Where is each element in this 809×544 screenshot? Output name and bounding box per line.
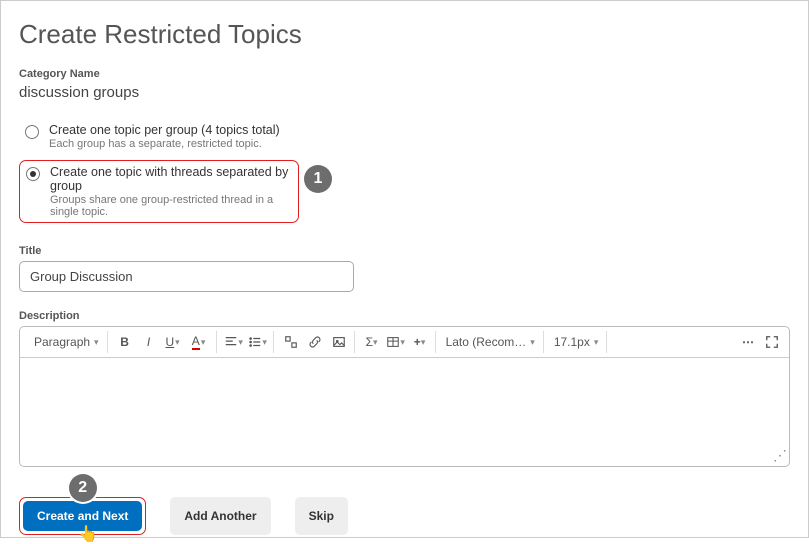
primary-button-highlight: Create and Next 2 👆: [19, 497, 146, 535]
editor-textarea[interactable]: ⋰: [20, 358, 789, 466]
font-dropdown[interactable]: Lato (Recom… ▾: [442, 331, 539, 353]
chevron-down-icon: ▾: [421, 337, 426, 348]
italic-button[interactable]: I: [138, 331, 160, 353]
chevron-down-icon: ▾: [201, 337, 206, 348]
image-button[interactable]: [328, 331, 350, 353]
skip-button[interactable]: Skip: [295, 497, 348, 535]
option-one-topic-per-group[interactable]: Create one topic per group (4 topics tot…: [19, 119, 299, 154]
more-insert-button[interactable]: +▾: [409, 331, 431, 353]
format-dropdown[interactable]: Paragraph ▾: [30, 331, 103, 353]
footer: Create and Next 2 👆 Add Another Skip: [19, 497, 790, 535]
rich-text-editor: Paragraph ▾ B I U▾ A▾ ▾: [19, 326, 790, 467]
text-color-button[interactable]: A▾: [186, 331, 212, 353]
chevron-down-icon: ▾: [400, 337, 405, 348]
page-frame: Create Restricted Topics Category Name d…: [0, 0, 809, 538]
editor-toolbar: Paragraph ▾ B I U▾ A▾ ▾: [20, 327, 789, 358]
chevron-down-icon: ▾: [94, 337, 99, 348]
title-label: Title: [19, 245, 790, 257]
radio-checked-icon: [26, 167, 40, 181]
list-button[interactable]: ▾: [247, 331, 269, 353]
option-sublabel: Each group has a separate, restricted to…: [49, 138, 280, 150]
option-label: Create one topic with threads separated …: [50, 165, 292, 193]
link-button[interactable]: [304, 331, 326, 353]
chevron-down-icon: ▾: [373, 337, 378, 348]
title-input[interactable]: [19, 261, 354, 292]
insert-stuff-button[interactable]: [280, 331, 302, 353]
fullscreen-button[interactable]: [761, 331, 783, 353]
annotation-2: 2: [69, 474, 97, 502]
option-sublabel: Groups share one group-restricted thread…: [50, 194, 292, 218]
chevron-down-icon: ▾: [594, 337, 599, 348]
table-button[interactable]: ▾: [385, 331, 407, 353]
category-name: discussion groups: [19, 84, 790, 101]
add-another-button[interactable]: Add Another: [170, 497, 270, 535]
equation-button[interactable]: Σ▾: [361, 331, 383, 353]
option-highlight: Create one topic with threads separated …: [19, 160, 299, 223]
font-size-dropdown[interactable]: 17.1px ▾: [550, 331, 603, 353]
resize-handle-icon[interactable]: ⋰: [773, 447, 787, 464]
page-title: Create Restricted Topics: [19, 19, 790, 50]
underline-button[interactable]: U▾: [162, 331, 184, 353]
align-button[interactable]: ▾: [223, 331, 245, 353]
bold-button[interactable]: B: [114, 331, 136, 353]
annotation-1: 1: [304, 165, 332, 193]
radio-unchecked-icon: [25, 125, 39, 139]
create-and-next-button[interactable]: Create and Next: [23, 501, 142, 531]
chevron-down-icon: ▾: [175, 337, 180, 348]
description-label: Description: [19, 310, 790, 322]
option-label: Create one topic per group (4 topics tot…: [49, 123, 280, 137]
option-threads-by-group[interactable]: Create one topic with threads separated …: [26, 165, 292, 218]
chevron-down-icon: ▾: [262, 337, 267, 348]
more-actions-button[interactable]: ⋯: [737, 331, 759, 353]
category-label: Category Name: [19, 68, 790, 80]
chevron-down-icon: ▾: [238, 337, 243, 348]
chevron-down-icon: ▾: [530, 337, 535, 348]
